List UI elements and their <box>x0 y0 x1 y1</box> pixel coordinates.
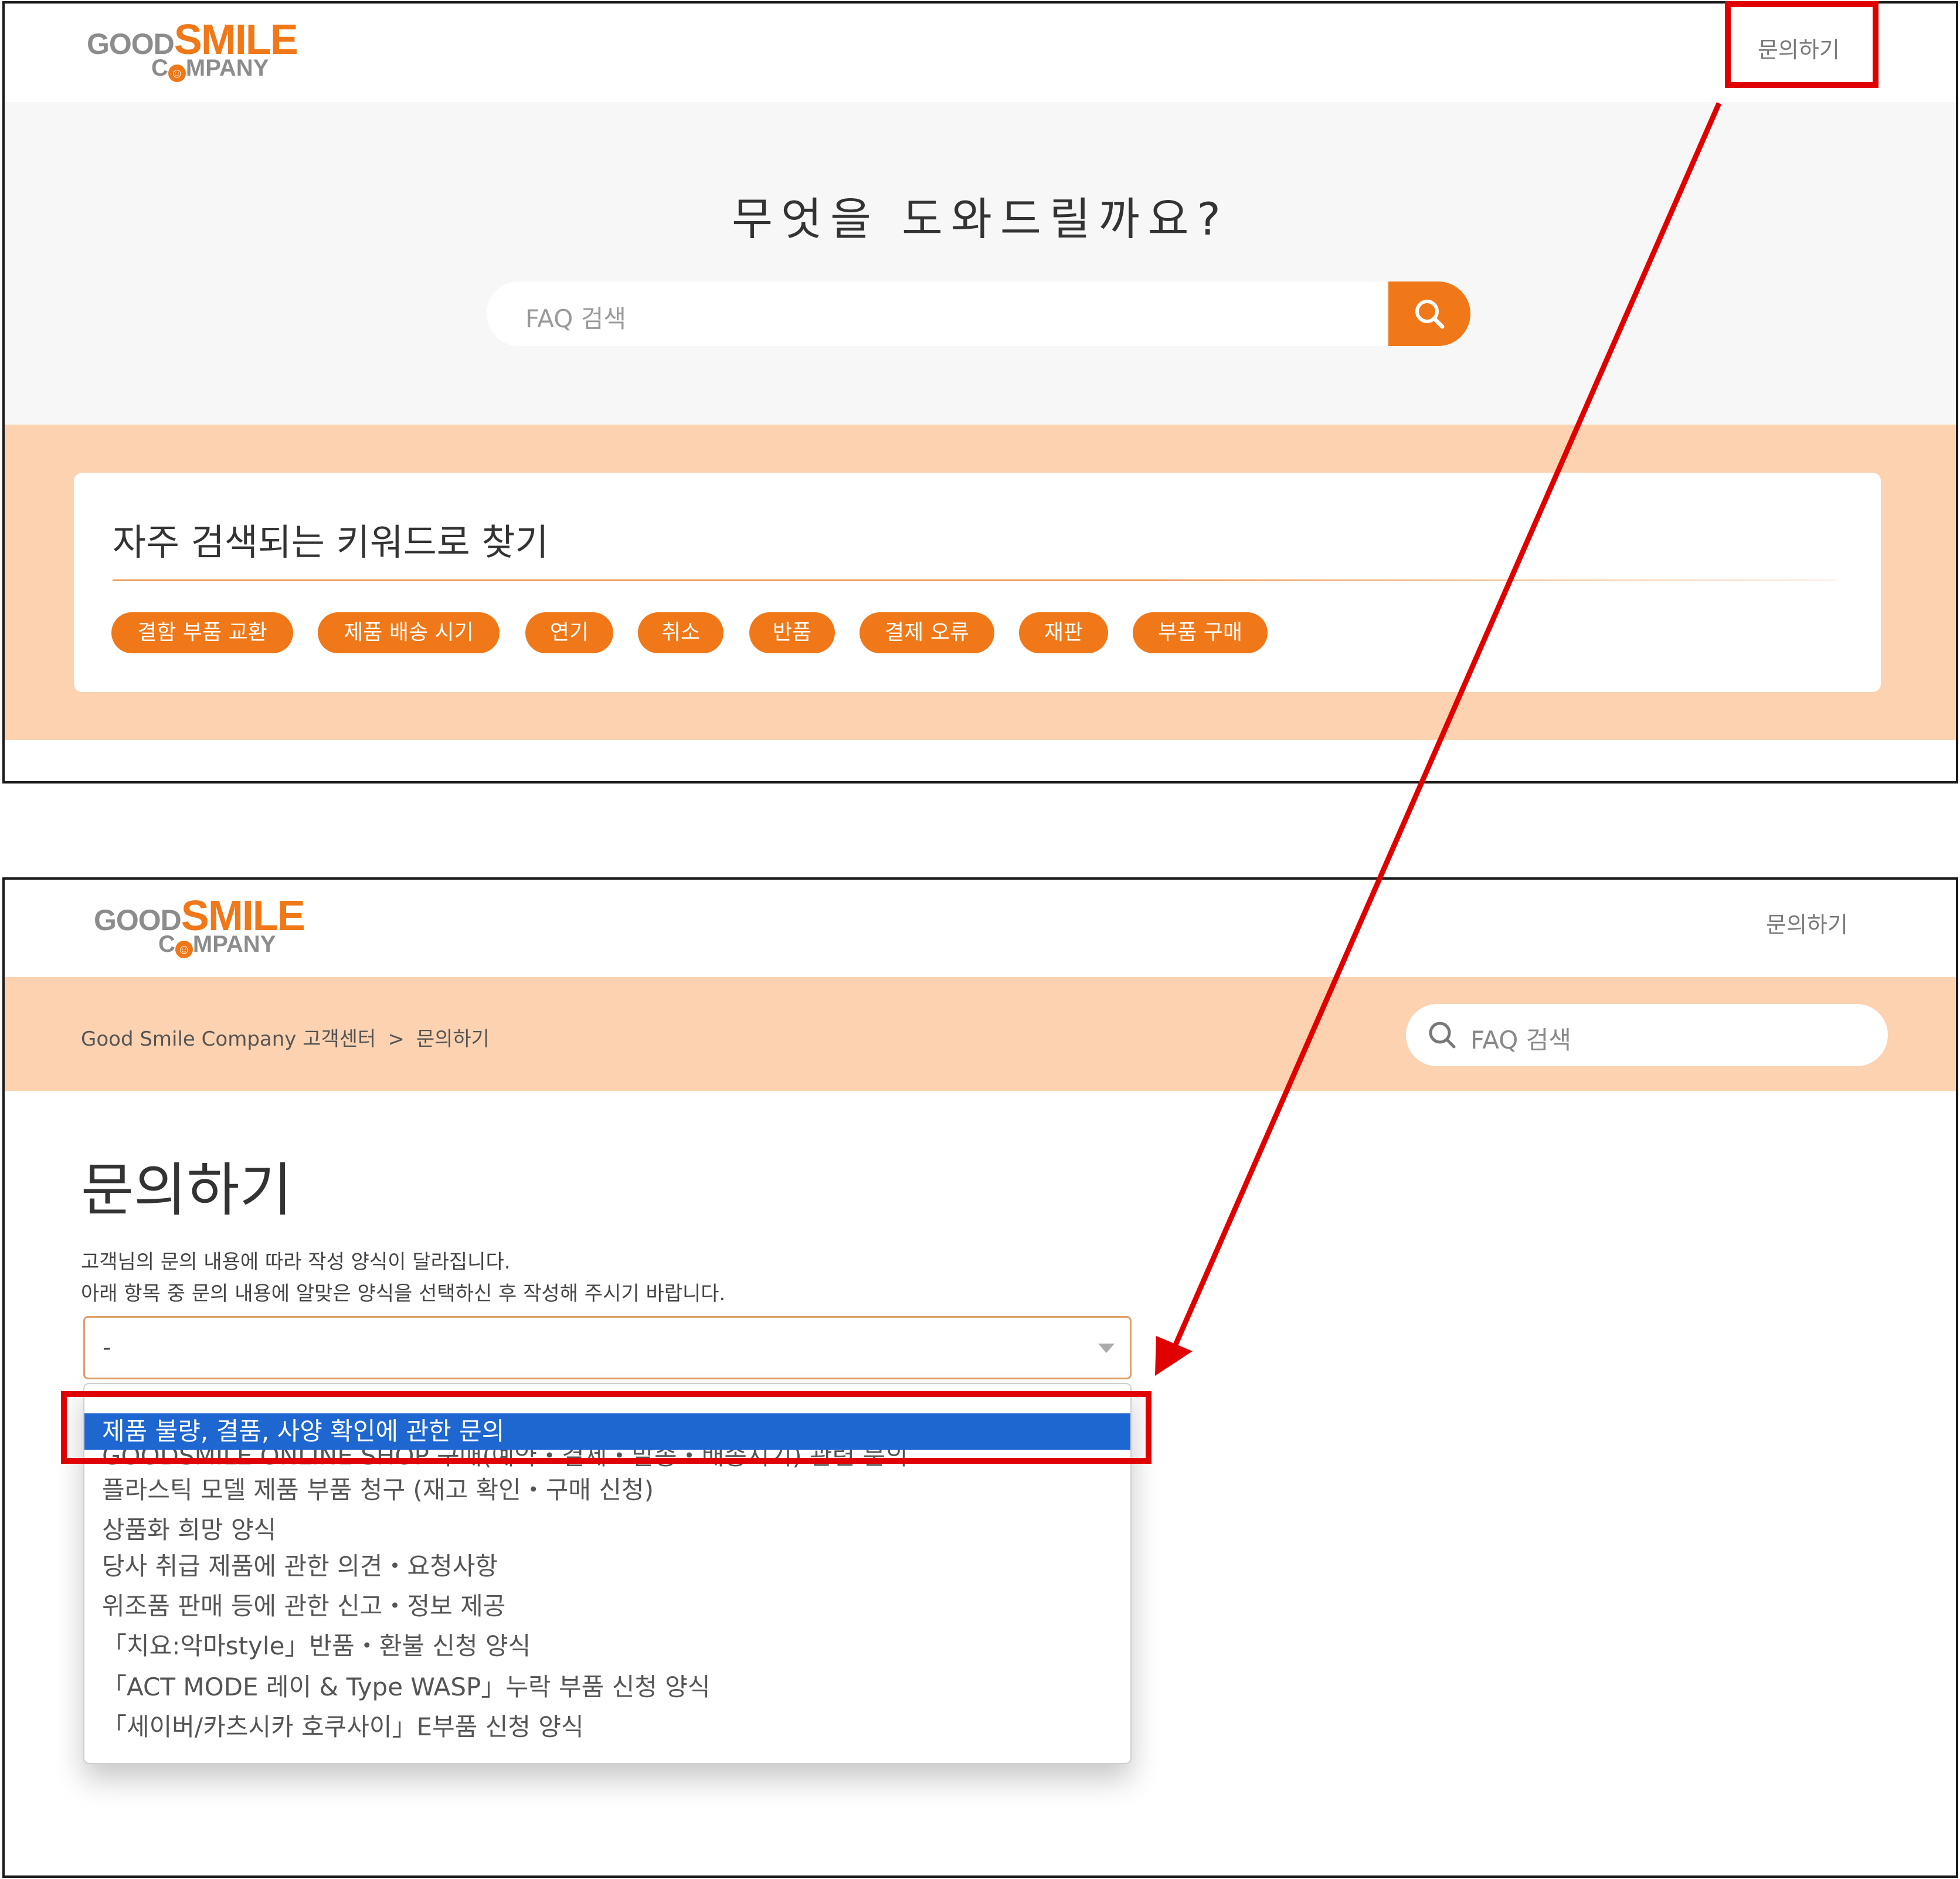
keyword-chip[interactable]: 결제 오류 <box>860 612 994 653</box>
breadcrumb: Good Smile Company 고객센터 > 문의하기 <box>81 1023 501 1052</box>
search-input[interactable]: FAQ 검색 <box>525 299 626 335</box>
inquiry-page-screenshot: GOODSMILE C ☺MPANY 문의하기 Good Smile Compan… <box>2 877 1958 1878</box>
faq-search-bar[interactable]: FAQ 검색 <box>487 281 1470 346</box>
keyword-chip[interactable]: 제품 배송 시기 <box>318 612 500 653</box>
smiley-icon: ☺ <box>168 65 186 82</box>
search-icon <box>1415 300 1445 329</box>
page-title: 문의하기 <box>81 1157 293 1224</box>
goodsmile-logo[interactable]: GOODSMILE C ☺MPANY <box>87 19 298 82</box>
highlight-contact-box <box>1725 1 1879 88</box>
dropdown-option[interactable]: 위조품 판매 등에 관한 신고・정보 제공 <box>84 1588 1130 1624</box>
site-header: GOODSMILE C ☺MPANY 문의하기 <box>5 880 1956 978</box>
keyword-chip[interactable]: 연기 <box>525 612 613 653</box>
hero-title: 무엇을 도와드릴까요? <box>732 193 1229 245</box>
breadcrumb-bar: Good Smile Company 고객센터 > 문의하기 FAQ 검색 <box>5 977 1956 1091</box>
keyword-title: 자주 검색되는 키워드로 찾기 <box>113 521 549 564</box>
dropdown-option[interactable]: 「치요:악마style」반품・환불 신청 양식 <box>84 1628 1130 1664</box>
keyword-chip[interactable]: 재판 <box>1019 612 1108 653</box>
breadcrumb-current: 문의하기 <box>416 1027 490 1051</box>
dropdown-option[interactable]: 당사 취급 제품에 관한 의견・요청사항 <box>84 1548 1130 1585</box>
faq-home-screenshot: GOODSMILE C ☺MPANY 문의하기 무엇을 도와드릴까요? FAQ 검… <box>2 1 1958 784</box>
breadcrumb-separator: > <box>388 1027 405 1051</box>
breadcrumb-home[interactable]: Good Smile Company 고객센터 <box>81 1027 376 1051</box>
highlight-option-box <box>61 1391 1151 1464</box>
chevron-down-icon <box>1098 1344 1115 1353</box>
select-value: - <box>103 1334 111 1361</box>
description-line: 아래 항목 중 문의 내용에 알맞은 양식을 선택하신 후 작성해 주시기 바랍… <box>81 1282 726 1305</box>
dropdown-option[interactable]: 플라스틱 모델 제품 부품 청구 (재고 확인・구매 신청) <box>84 1472 1130 1508</box>
keyword-chip[interactable]: 부품 구매 <box>1133 612 1268 653</box>
dropdown-option[interactable]: 「세이버/카츠시카 호쿠사이」E부품 신청 양식 <box>84 1709 1130 1745</box>
divider <box>113 579 1836 581</box>
faq-search-bar[interactable]: FAQ 검색 <box>1406 1004 1888 1066</box>
search-icon <box>1429 1022 1456 1049</box>
contact-link[interactable]: 문의하기 <box>1766 907 1848 939</box>
keyword-section: 자주 검색되는 키워드로 찾기 결함 부품 교환 제품 배송 시기 연기 취소 … <box>5 425 1956 740</box>
smiley-icon: ☺ <box>175 941 193 958</box>
goodsmile-logo[interactable]: GOODSMILE C ☺MPANY <box>94 895 305 958</box>
dropdown-option[interactable]: 상품화 희망 양식 <box>84 1512 1130 1548</box>
keyword-chip[interactable]: 취소 <box>638 612 723 653</box>
keyword-chip[interactable]: 반품 <box>749 612 835 653</box>
keyword-card: 자주 검색되는 키워드로 찾기 결함 부품 교환 제품 배송 시기 연기 취소 … <box>74 473 1881 692</box>
inquiry-type-select[interactable]: - <box>83 1316 1132 1379</box>
hero-section: 무엇을 도와드릴까요? FAQ 검색 <box>5 102 1956 425</box>
keyword-chip[interactable]: 결함 부품 교환 <box>111 612 293 653</box>
dropdown-option[interactable]: 「ACT MODE 레이 & Type WASP」누락 부품 신청 양식 <box>84 1669 1130 1705</box>
site-header: GOODSMILE C ☺MPANY 문의하기 <box>5 4 1956 103</box>
description-line: 고객님의 문의 내용에 따라 작성 양식이 달라집니다. <box>81 1250 511 1274</box>
search-input[interactable]: FAQ 검색 <box>1470 1020 1571 1056</box>
search-button[interactable] <box>1388 281 1470 346</box>
